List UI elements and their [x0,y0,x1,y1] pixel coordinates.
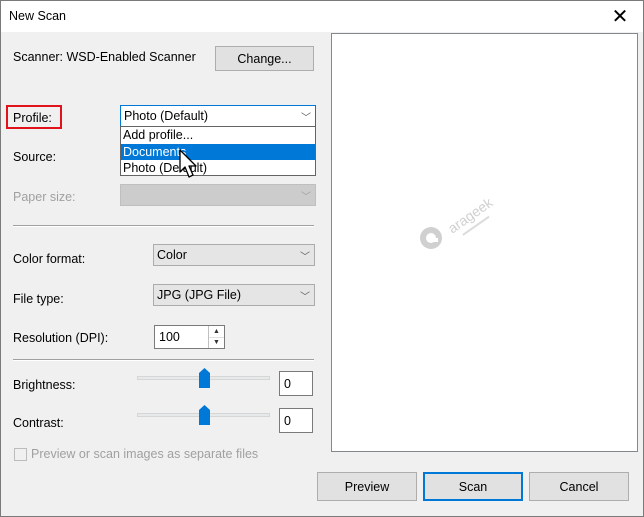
contrast-value: 0 [284,414,291,428]
profile-option-photo-default[interactable]: Photo (Default) [121,160,315,176]
brightness-value-field[interactable]: 0 [279,371,313,396]
spin-down-arrow-icon[interactable]: ▼ [209,337,224,348]
separate-files-checkbox[interactable] [14,448,27,461]
paper-size-dropdown: ﹀ [120,184,316,206]
resolution-spin-buttons: ▲ ▼ [208,326,224,348]
brightness-value: 0 [284,377,291,391]
file-type-dropdown[interactable]: JPG (JPG File) ﹀ [153,284,315,306]
preview-button[interactable]: Preview [317,472,417,501]
window-title: New Scan [9,9,66,23]
new-scan-dialog: New Scan ✕ Scanner: WSD-Enabled Scanner … [0,0,644,517]
color-format-label: Color format: [13,252,86,266]
profile-dropdown[interactable]: Photo (Default) ﹀ [120,105,316,127]
contrast-value-field[interactable]: 0 [279,408,313,433]
profile-dropdown-list: Add profile... Documents Photo (Default) [120,126,316,176]
contrast-label: Contrast: [13,416,64,430]
brightness-slider-thumb[interactable] [199,368,210,388]
change-scanner-button[interactable]: Change... [215,46,314,71]
section-divider [13,225,314,227]
scan-button[interactable]: Scan [423,472,523,501]
color-format-value: Color [157,248,187,262]
file-type-label: File type: [13,292,64,306]
close-icon[interactable]: ✕ [597,1,643,32]
file-type-value: JPG (JPG File) [157,288,242,302]
chevron-down-icon: ﹀ [300,292,310,303]
brightness-label: Brightness: [13,378,76,392]
chevron-down-icon: ﹀ [301,113,311,124]
profile-selected-value: Photo (Default) [124,109,209,123]
source-label: Source: [13,150,57,164]
paper-size-label: Paper size: [13,190,76,204]
scanner-label: Scanner: WSD-Enabled Scanner [13,50,196,64]
chevron-down-icon: ﹀ [300,252,310,263]
arageek-watermark-logo: arageek [420,194,496,249]
profile-option-add-profile[interactable]: Add profile... [121,127,315,143]
section-divider [13,359,314,361]
mouse-cursor-icon [179,149,197,178]
separate-files-label: Preview or scan images as separate files [31,447,259,461]
resolution-value: 100 [159,330,180,344]
profile-label: Profile: [13,111,52,125]
cancel-button[interactable]: Cancel [529,472,629,501]
color-format-dropdown[interactable]: Color ﹀ [153,244,315,266]
resolution-label: Resolution (DPI): [13,331,109,345]
chevron-down-icon: ﹀ [301,192,311,203]
resolution-spinbox[interactable]: 100 ▲ ▼ [154,325,225,349]
profile-option-documents[interactable]: Documents [121,144,315,160]
contrast-slider-thumb[interactable] [199,405,210,425]
title-bar: New Scan ✕ [1,1,643,32]
